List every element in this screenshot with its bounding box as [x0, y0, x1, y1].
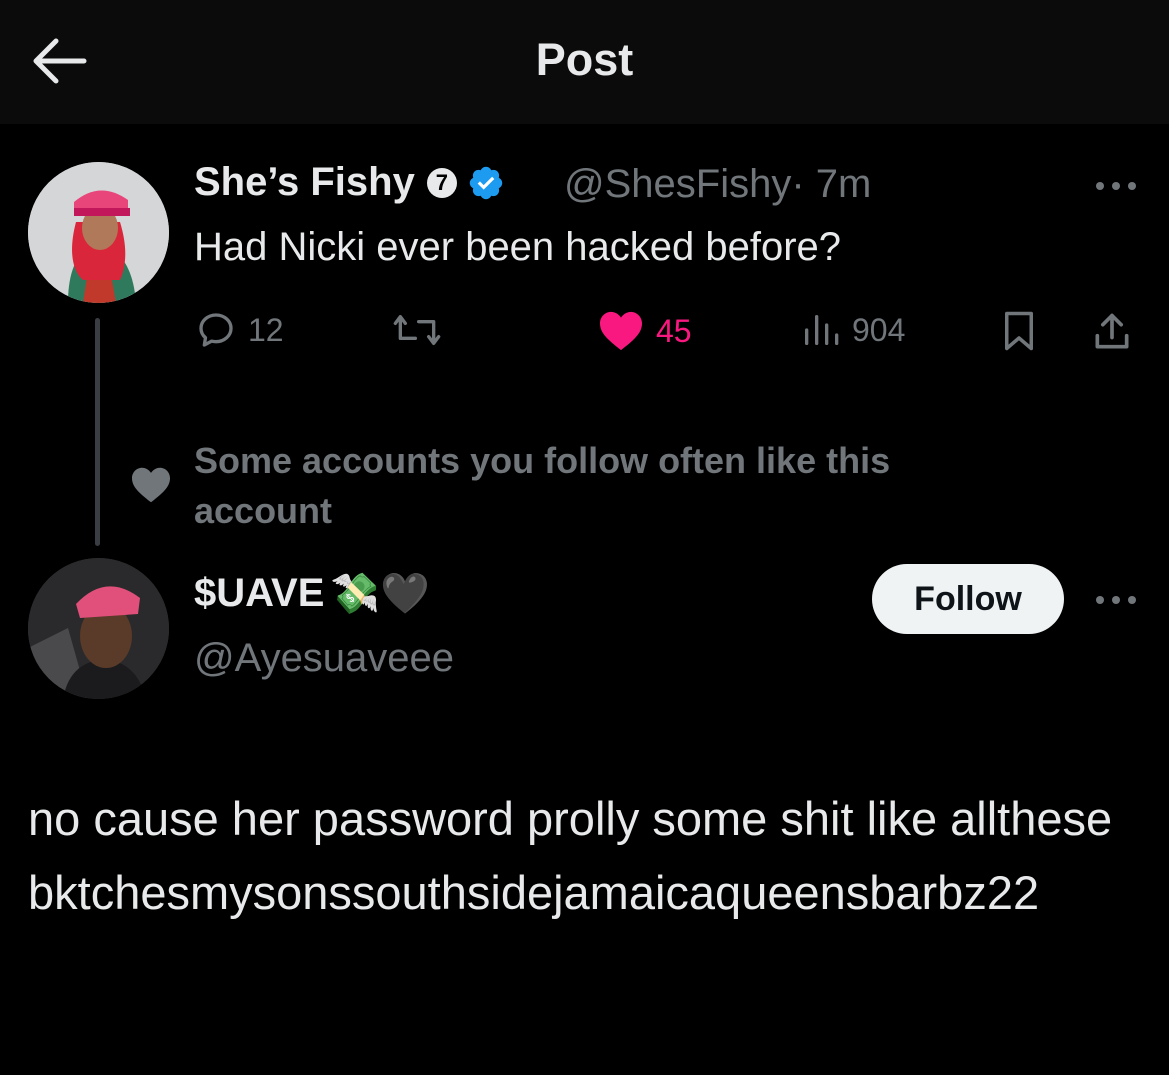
- reply-text: no cause her password prolly some shit l…: [28, 792, 1113, 919]
- reply-icon: [199, 313, 233, 347]
- author-name: She’s Fishy: [194, 160, 415, 204]
- views-button[interactable]: 904: [800, 310, 905, 350]
- views-chart-icon: [805, 315, 839, 345]
- name-emojis: 💸🖤: [330, 572, 431, 616]
- retweet-button[interactable]: [392, 310, 442, 350]
- affiliate-badge: 7: [426, 167, 457, 198]
- follow-button[interactable]: Follow: [872, 564, 1064, 634]
- tweet-text: Had Nicki ever been hacked before?: [194, 225, 842, 269]
- more-options-icon[interactable]: [1094, 176, 1138, 196]
- reply-button[interactable]: 12: [196, 310, 284, 350]
- more-options-icon[interactable]: [1094, 590, 1138, 610]
- avatar[interactable]: [28, 162, 169, 303]
- reply-author[interactable]: $UAVE 💸🖤: [194, 570, 430, 617]
- tweet-actions: 12 45 904: [0, 300, 1169, 360]
- share-button[interactable]: [1090, 310, 1134, 354]
- reply-author-name: $UAVE: [194, 571, 325, 615]
- author-handle[interactable]: @ShesFishy: [564, 162, 791, 206]
- tweet-handle-time: @ShesFishy· 7m: [564, 162, 871, 207]
- share-icon: [1095, 313, 1129, 349]
- like-button[interactable]: 45: [598, 310, 692, 352]
- retweet-icon: [393, 315, 441, 345]
- verified-badge-icon: [469, 166, 503, 199]
- page-title: Post: [535, 34, 634, 85]
- top-bar: Post: [0, 0, 1169, 124]
- like-count: 45: [656, 312, 692, 349]
- social-context-label: Some accounts you follow often like this…: [194, 440, 891, 531]
- reply-handle[interactable]: @Ayesuaveee: [194, 636, 454, 681]
- heart-icon: [132, 467, 170, 503]
- tweet-author[interactable]: She’s Fishy 7: [194, 160, 505, 205]
- avatar[interactable]: [28, 558, 169, 699]
- view-count: 904: [852, 311, 906, 348]
- bookmark-button[interactable]: [1000, 310, 1038, 352]
- bookmark-icon: [1005, 311, 1033, 351]
- tweet-time: · 7m: [791, 162, 872, 206]
- heart-filled-icon: [600, 311, 642, 351]
- reply-count: 12: [248, 311, 284, 348]
